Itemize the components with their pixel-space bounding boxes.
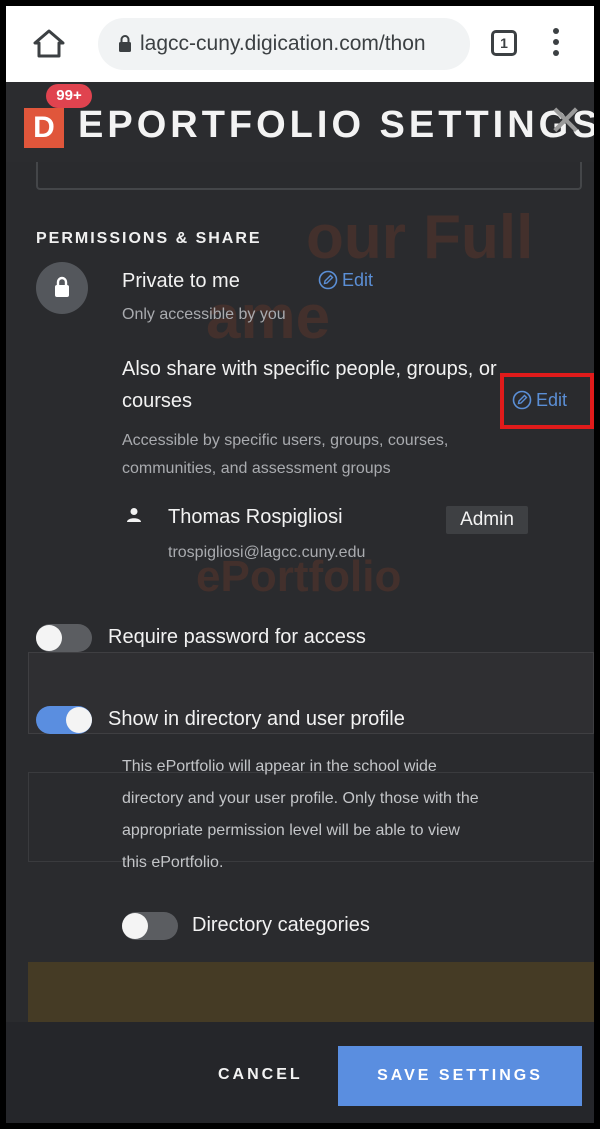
directory-description-line: directory and your user profile. Only th… (122, 790, 479, 807)
member-email: trospigliosi@lagcc.cuny.edu (168, 544, 366, 561)
share-label-line1: Also share with specific people, groups,… (122, 358, 497, 380)
background-note-box (28, 962, 594, 1022)
require-password-label: Require password for access (108, 626, 366, 648)
save-settings-button[interactable]: SAVE SETTINGS (338, 1046, 582, 1106)
require-password-toggle[interactable] (36, 624, 92, 652)
cancel-button[interactable]: CANCEL (218, 1066, 303, 1084)
share-label-line2: courses (122, 390, 193, 412)
home-icon[interactable] (32, 28, 66, 58)
directory-categories-label: Directory categories (192, 914, 370, 936)
member-name: Thomas Rospigliosi (168, 506, 343, 528)
modal-footer: CANCEL SAVE SETTINGS (6, 1022, 594, 1123)
background-section (28, 772, 594, 862)
privacy-lock-badge (36, 262, 88, 314)
member-role-badge: Admin (446, 506, 528, 534)
modal-header: D 99+ EPORTFOLIO SETTINGS ✕ (6, 82, 594, 162)
directory-description-line: this ePortfolio. (122, 854, 224, 871)
directory-description-line: This ePortfolio will appear in the schoo… (122, 758, 437, 775)
private-label: Private to me (122, 270, 240, 292)
close-icon[interactable]: ✕ (548, 96, 583, 146)
person-icon (127, 508, 141, 522)
edit-icon (318, 270, 338, 290)
input-bottom-edge (36, 162, 582, 190)
lock-icon (119, 35, 131, 52)
private-edit-link[interactable]: Edit (318, 270, 373, 291)
tab-switcher-button[interactable]: 1 (491, 30, 517, 56)
directory-categories-toggle[interactable] (122, 912, 178, 940)
more-options-icon[interactable] (552, 28, 560, 58)
share-description-line1: Accessible by specific users, groups, co… (122, 432, 449, 449)
private-description: Only accessible by you (122, 306, 286, 323)
digication-logo[interactable]: D (24, 108, 64, 148)
show-in-directory-label: Show in directory and user profile (108, 708, 405, 730)
modal-title: EPORTFOLIO SETTINGS (78, 104, 594, 146)
show-in-directory-toggle[interactable] (36, 706, 92, 734)
browser-toolbar: lagcc-cuny.digication.com/thon 1 (6, 6, 594, 82)
screen: lagcc-cuny.digication.com/thon 1 D 99+ E… (6, 6, 594, 1123)
background-page-text: our Full (306, 203, 534, 272)
share-description-line2: communities, and assessment groups (122, 460, 391, 477)
address-bar[interactable]: lagcc-cuny.digication.com/thon (98, 18, 470, 70)
lock-icon (55, 276, 69, 297)
highlight-box (500, 373, 594, 429)
section-title: PERMISSIONS & SHARE (36, 230, 262, 247)
directory-description-line: appropriate permission level will be abl… (122, 822, 460, 839)
edit-label: Edit (342, 270, 374, 290)
url-text: lagcc-cuny.digication.com/thon (140, 32, 426, 55)
modal-body: our Full ame ePortfolio PERMISSIONS & SH… (6, 162, 594, 1022)
